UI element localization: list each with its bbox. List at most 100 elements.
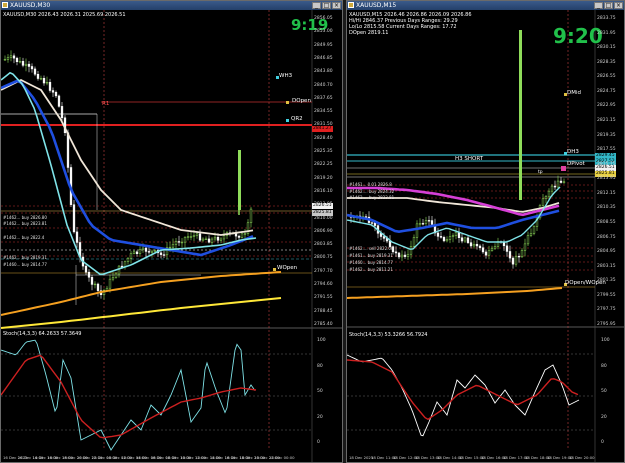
trade-label: #1462.... buy 2823.81 xyxy=(349,195,395,200)
candle xyxy=(466,237,470,243)
minimize-button[interactable]: _ xyxy=(594,2,603,9)
indicator-header: Stoch(14,3,3) 64.2633 57.3649 xyxy=(3,331,82,337)
trade-label: #1462... buy 2819.31 xyxy=(3,255,47,260)
chart-area[interactable]: XAUUSD,M15 2026.46 2026.86 2026.09 2026.… xyxy=(347,10,624,463)
ma-line-orange xyxy=(1,271,282,316)
level-label-dmid: DMid xyxy=(567,90,581,96)
maximize-button[interactable]: □ xyxy=(322,2,331,9)
maximize-button[interactable]: □ xyxy=(604,2,613,9)
axis-tick-label: 2853.00 xyxy=(314,29,333,35)
candle xyxy=(562,181,566,183)
candle xyxy=(141,247,145,250)
axis-tick-label: 2819.20 xyxy=(314,175,333,181)
chart-area[interactable]: XAUUSD,M30 2026.43 2026.31 2025.69 2026.… xyxy=(1,10,342,462)
candle xyxy=(126,258,130,263)
axis-tick-label: 2831.50 xyxy=(314,122,333,128)
axis-tick-label: 2791.55 xyxy=(314,295,333,301)
minimize-button[interactable]: _ xyxy=(312,2,321,9)
trade-label: #1461... buy 2819.31 xyxy=(349,253,393,258)
candle xyxy=(177,241,181,243)
candle xyxy=(135,251,139,254)
ma-line-blue xyxy=(1,79,254,257)
candle xyxy=(108,278,112,289)
candle xyxy=(192,235,196,237)
axis-tick-label: 2828.40 xyxy=(314,135,333,141)
candle xyxy=(517,255,521,258)
candle xyxy=(364,216,368,218)
axis-tick-label: 2806.90 xyxy=(314,228,333,234)
candle xyxy=(541,198,545,206)
trade-label: #1462.... buy 2824.32 xyxy=(349,189,395,194)
axis-tick-label: 2826.55 xyxy=(597,74,616,80)
axis-tick-label: 2813.95 xyxy=(597,176,616,182)
candle xyxy=(60,106,64,119)
candle xyxy=(457,232,461,238)
axis-tick-label: 2828.35 xyxy=(597,59,616,65)
trade-label: #1462.... sell 2822.00 xyxy=(349,246,394,251)
pivot-marker-icon xyxy=(561,166,566,171)
candle xyxy=(249,208,253,224)
candle xyxy=(556,180,560,188)
axis-tick-label: 2822.95 xyxy=(597,103,616,109)
axis-tick-label: 2856.05 xyxy=(314,16,333,21)
axis-tick-label: 80 xyxy=(601,363,607,369)
chart-window-m30[interactable]: XAUUSD,M30 _ □ × XAUUSD,M30 2026.43 2026… xyxy=(0,0,343,463)
candle xyxy=(238,150,241,210)
candle xyxy=(45,82,49,84)
candle xyxy=(222,235,226,240)
axis-tick-label: 2812.15 xyxy=(597,190,616,196)
axis-tick-label: 2797.70 xyxy=(314,268,333,274)
close-button[interactable]: × xyxy=(614,2,623,9)
axis-tick-label: 50 xyxy=(601,389,607,394)
candle xyxy=(114,273,118,278)
chart-window-m15[interactable]: XAUUSD,M15 _ □ × XAUUSD,M15 2026.46 2026… xyxy=(346,0,625,463)
level-dot xyxy=(286,101,289,104)
axis-tick-label: 2813.05 xyxy=(314,202,333,208)
candle xyxy=(72,204,76,233)
candle xyxy=(3,59,7,61)
axis-tick-label: 2788.45 xyxy=(314,308,333,314)
candle xyxy=(186,236,190,238)
candle xyxy=(168,246,172,249)
level-dot xyxy=(286,119,289,122)
candle xyxy=(406,253,410,257)
candle xyxy=(532,226,536,234)
level-label-qr2: QR2 xyxy=(291,116,303,122)
candle xyxy=(448,236,452,240)
time-tick-label: 18 Dec 20:00 xyxy=(569,455,595,460)
level-label-dpivot: DPivot xyxy=(567,161,585,167)
price-chart-canvas[interactable] xyxy=(347,10,624,463)
candle xyxy=(150,250,154,253)
candle xyxy=(33,68,37,75)
candle xyxy=(436,232,440,237)
window-titlebar[interactable]: XAUUSD,M15 _ □ × xyxy=(347,1,624,10)
axis-tick-label: 2840.70 xyxy=(314,82,333,88)
window-titlebar[interactable]: XAUUSD,M30 _ □ × xyxy=(1,1,342,10)
time-tick-label: 18 Dec 00:00 xyxy=(269,455,295,460)
candle xyxy=(90,277,94,285)
axis-tick-label: 2804.95 xyxy=(597,249,616,255)
close-button[interactable]: × xyxy=(332,2,341,9)
candle xyxy=(403,254,407,257)
axis-tick-label: 2825.35 xyxy=(314,149,333,155)
window-title: XAUUSD,M15 xyxy=(356,2,397,9)
candle xyxy=(412,237,416,247)
axis-tick-label: 100 xyxy=(317,338,326,343)
candle xyxy=(544,195,548,200)
trade-label: #1461... 0.01 2826.8 xyxy=(349,182,392,187)
chart-header-line: DOpen 2819.11 xyxy=(349,30,389,36)
candle xyxy=(144,247,148,252)
stoch-signal-line xyxy=(347,359,579,421)
axis-tick-label: 0 xyxy=(317,440,320,445)
candle xyxy=(57,95,61,107)
axis-tick-label: 2837.65 xyxy=(314,95,333,101)
candle xyxy=(487,250,491,256)
window-title: XAUUSD,M30 xyxy=(10,2,51,9)
stoch-signal-line xyxy=(1,354,257,439)
candle xyxy=(547,190,551,197)
ma-line-white xyxy=(1,78,254,236)
candle xyxy=(216,236,220,241)
axis-tick-label: 20 xyxy=(601,414,607,420)
candle xyxy=(442,237,446,242)
axis-tick-label: 2849.95 xyxy=(314,42,333,48)
